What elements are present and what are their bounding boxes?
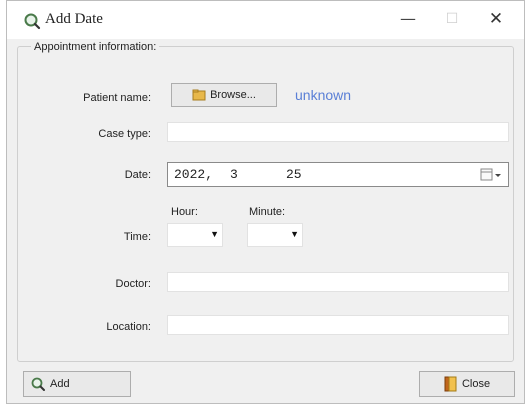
hour-select[interactable]: ▼ <box>167 223 223 247</box>
time-label: Time: <box>123 231 151 243</box>
add-label: Add <box>50 378 70 390</box>
close-label: Close <box>461 378 491 390</box>
hour-label: Hour: <box>171 206 198 218</box>
case-type-label: Case type: <box>98 128 151 140</box>
case-type-field[interactable] <box>167 122 509 142</box>
window-title: Add Date <box>45 11 103 27</box>
search-icon <box>31 377 45 391</box>
exit-door-icon <box>444 376 457 392</box>
date-year[interactable]: 2022, <box>174 167 213 182</box>
browse-label: Browse... <box>210 89 256 101</box>
minute-label: Minute: <box>249 206 286 218</box>
minute-select[interactable]: ▼ <box>247 223 303 247</box>
group-legend: Appointment information: <box>31 41 160 53</box>
close-button[interactable]: Close <box>419 371 515 397</box>
date-month[interactable]: 3 <box>230 167 238 182</box>
calendar-dropdown-icon[interactable] <box>480 167 502 183</box>
add-button[interactable]: Add <box>23 371 131 397</box>
patient-name-value: unknown <box>295 87 352 103</box>
add-date-window: Add Date — ☐ ✕ Appointment information: … <box>6 0 525 404</box>
location-field[interactable] <box>167 315 509 335</box>
patient-name-label: Patient name: <box>83 92 151 104</box>
minimize-button[interactable]: — <box>393 9 423 29</box>
doctor-label: Doctor: <box>115 278 151 290</box>
title-bar: Add Date — ☐ ✕ <box>7 1 524 39</box>
close-window-button[interactable]: ✕ <box>481 9 511 29</box>
maximize-button[interactable]: ☐ <box>437 9 467 29</box>
chevron-down-icon: ▼ <box>210 229 219 239</box>
browse-button[interactable]: Browse... <box>171 83 277 107</box>
folder-icon <box>192 89 206 101</box>
date-label: Date: <box>124 169 151 181</box>
date-day[interactable]: 25 <box>286 167 302 182</box>
doctor-field[interactable] <box>167 272 509 292</box>
search-icon <box>24 13 41 30</box>
location-label: Location: <box>106 321 151 333</box>
chevron-down-icon: ▼ <box>290 229 299 239</box>
date-picker[interactable]: 2022, 3 25 <box>167 162 509 187</box>
